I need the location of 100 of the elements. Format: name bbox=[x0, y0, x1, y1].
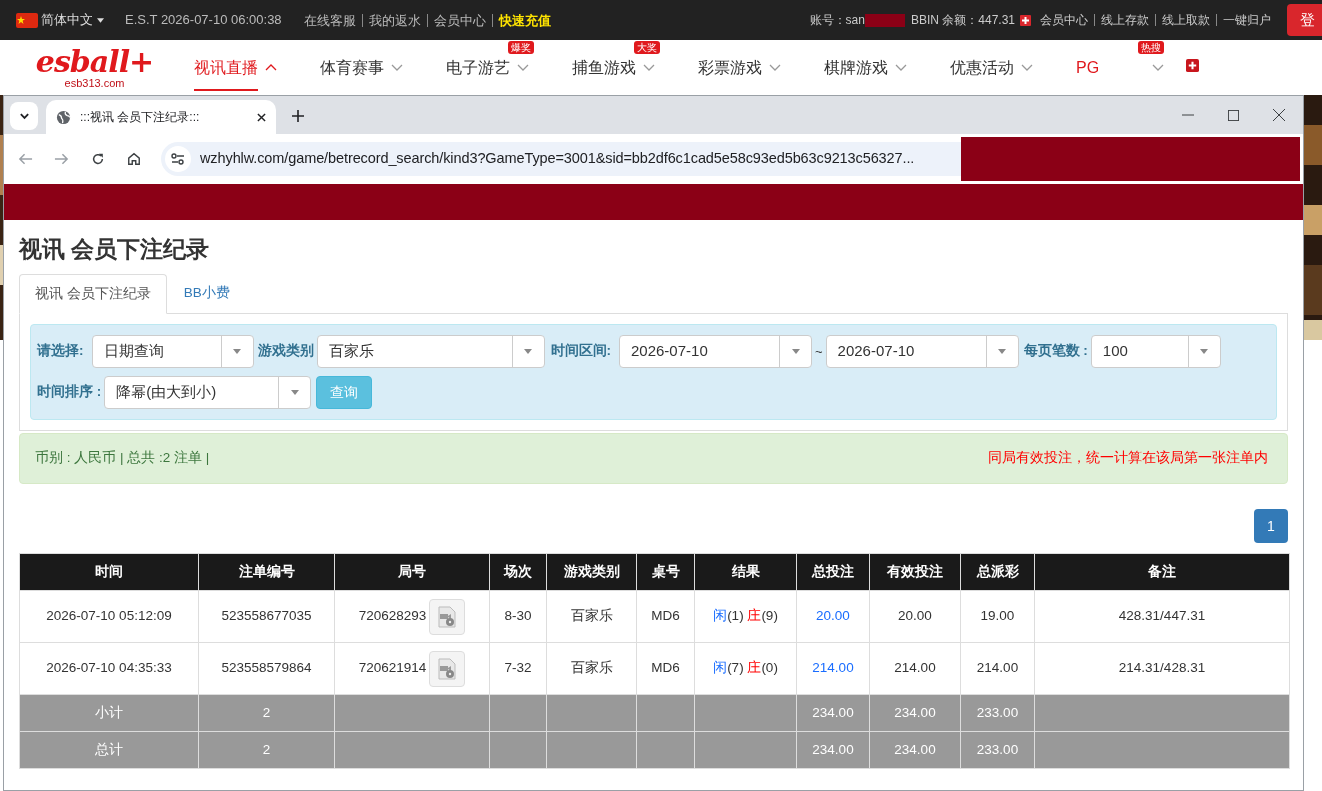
tab-title: :::视讯 会员下注纪录::: bbox=[80, 109, 201, 126]
select-field[interactable]: 2026-07-10 bbox=[619, 335, 812, 368]
nav-link[interactable]: 电子游艺 bbox=[446, 44, 510, 91]
maximize-icon[interactable] bbox=[1228, 110, 1239, 121]
clock-text: E.S.T 2026-07-10 06:00:38 bbox=[125, 11, 282, 30]
bet-amount-link[interactable]: 214.00 bbox=[812, 660, 854, 676]
select-field[interactable]: 100 bbox=[1090, 335, 1221, 368]
balance-text: BBIN 余额：447.31 bbox=[910, 12, 1015, 29]
account-link[interactable]: 会员中心 bbox=[1040, 14, 1094, 26]
table-cell: 234.00 bbox=[796, 694, 870, 732]
top-link[interactable]: 我的返水 bbox=[361, 13, 427, 27]
browser-tab[interactable]: :::视讯 会员下注纪录::: bbox=[46, 100, 276, 134]
field-label: 时间区间: bbox=[550, 342, 611, 361]
column-header: 备注 bbox=[1034, 553, 1290, 591]
field-label: 游戏类别 bbox=[257, 342, 314, 361]
tab[interactable]: BB小费 bbox=[166, 274, 247, 313]
back-icon[interactable] bbox=[18, 152, 33, 166]
table-cell: 百家乐 bbox=[546, 590, 637, 643]
logo-text[interactable]: esball+ bbox=[35, 46, 154, 77]
caret-icon bbox=[97, 17, 104, 23]
video-replay-button[interactable] bbox=[429, 650, 466, 687]
table-cell: 20.00 bbox=[869, 590, 961, 643]
field-label: 每页笔数 : bbox=[1023, 342, 1088, 361]
top-link[interactable]: 快速充值 bbox=[491, 13, 557, 27]
top-link[interactable]: 在线客服 bbox=[303, 13, 362, 27]
page-title: 视讯 会员下注纪录 bbox=[19, 235, 211, 263]
tab-list-button[interactable] bbox=[10, 102, 38, 130]
nav-link[interactable]: 彩票游戏 bbox=[698, 44, 762, 91]
column-header: 注单编号 bbox=[198, 553, 335, 591]
table-cell: 233.00 bbox=[960, 694, 1035, 732]
result-cell: 闲(7) 庄(0) bbox=[694, 642, 797, 695]
close-icon[interactable] bbox=[257, 112, 266, 122]
table-cell: 2026-07-10 05:12:09 bbox=[19, 590, 199, 643]
table-cell: 总计 bbox=[19, 731, 199, 769]
column-header: 有效投注 bbox=[869, 553, 961, 591]
caret-icon bbox=[1200, 349, 1209, 354]
video-replay-button[interactable] bbox=[429, 598, 466, 635]
caret-icon bbox=[524, 349, 532, 354]
column-header: 桌号 bbox=[636, 553, 695, 591]
nav-link[interactable]: 优惠活动 bbox=[950, 44, 1014, 91]
login-button[interactable]: 登 bbox=[1287, 4, 1322, 36]
nav-link[interactable]: 棋牌游戏 bbox=[824, 44, 888, 91]
table-cell: 234.00 bbox=[869, 694, 961, 732]
account-link[interactable]: 一键归户 bbox=[1216, 14, 1277, 26]
address-bar[interactable]: wzhyhlw.com/game/betrecord_search/kind3?GameType=3001&sid=bb2df6c1cad5e58c93ed5b63c9213c56327... bbox=[161, 142, 961, 176]
select-field[interactable]: 百家乐 bbox=[316, 335, 545, 368]
table-cell: 2026-07-10 04:35:33 bbox=[19, 642, 199, 695]
close-icon[interactable] bbox=[1273, 109, 1285, 121]
account-link[interactable]: 线上存款 bbox=[1094, 14, 1155, 26]
add-icon[interactable] bbox=[1186, 59, 1199, 72]
caret-icon bbox=[290, 390, 299, 395]
add-funds-icon[interactable] bbox=[1020, 14, 1031, 26]
nav-link[interactable]: 体育赛事 bbox=[320, 44, 384, 91]
forward-icon[interactable] bbox=[54, 152, 69, 166]
flag-icon[interactable] bbox=[16, 12, 38, 28]
hot-badge: 大奖 bbox=[634, 41, 660, 54]
select-field[interactable]: 日期查询 bbox=[91, 335, 254, 368]
range-separator: ~ bbox=[815, 342, 823, 361]
table-cell-text: 720621914 bbox=[358, 659, 427, 678]
url-text: wzhyhlw.com/game/betrecord_search/kind3?GameType=3001&sid=bb2df6c1cad5e58c93ed5b63c9213c56327... bbox=[200, 149, 915, 169]
table-cell: 19.00 bbox=[960, 590, 1035, 643]
caret-icon bbox=[233, 349, 241, 354]
new-tab-icon[interactable] bbox=[292, 110, 304, 122]
globe-icon bbox=[56, 109, 71, 125]
account-link[interactable]: 线上取款 bbox=[1155, 14, 1216, 26]
table-cell: 523558579864 bbox=[198, 642, 335, 695]
hot-badge: 爆奖 bbox=[508, 41, 534, 54]
table-cell: 2 bbox=[198, 694, 335, 732]
table-cell-text: 720628293 bbox=[358, 607, 427, 626]
logo-domain: esb313.com bbox=[64, 76, 125, 89]
hot-badge: 热搜 bbox=[1138, 41, 1164, 54]
table-cell: MD6 bbox=[636, 590, 695, 643]
table-cell: 小计 bbox=[19, 694, 199, 732]
column-header: 游戏类别 bbox=[546, 553, 637, 591]
table-cell: 214.31/428.31 bbox=[1034, 642, 1290, 695]
select-field[interactable]: 降幂(由大到小) bbox=[104, 376, 312, 409]
nav-link[interactable]: 视讯直播 bbox=[194, 44, 258, 91]
table-cell: 234.00 bbox=[869, 731, 961, 769]
select-field[interactable]: 2026-07-10 bbox=[825, 335, 1019, 368]
result-cell: 闲(1) 庄(9) bbox=[694, 590, 797, 643]
table-cell: 523558677035 bbox=[198, 590, 335, 643]
summary-text: 币别 : 人民币 | 总共 :2 注单 | bbox=[35, 449, 210, 468]
table-cell: 2 bbox=[198, 731, 335, 769]
table-cell: 8-30 bbox=[489, 590, 547, 643]
nav-link[interactable]: 捕鱼游戏 bbox=[572, 44, 636, 91]
table-cell: 428.31/447.31 bbox=[1034, 590, 1290, 643]
notice-text: 同局有效投注，统一计算在该局第一张注单内 bbox=[988, 449, 1268, 468]
table-cell: 214.00 bbox=[869, 642, 961, 695]
caret-icon bbox=[998, 349, 1007, 354]
language-selector[interactable]: 简体中文 bbox=[41, 10, 93, 30]
reload-icon[interactable] bbox=[91, 152, 105, 166]
nav-link[interactable]: PG bbox=[1076, 44, 1100, 91]
home-icon[interactable] bbox=[127, 152, 141, 166]
account-label: 账号：san bbox=[809, 12, 865, 29]
tab[interactable]: 视讯 会员下注纪录 bbox=[19, 274, 167, 314]
table-cell: 7-32 bbox=[489, 642, 547, 695]
page-button[interactable]: 1 bbox=[1254, 509, 1288, 543]
site-settings-icon[interactable] bbox=[165, 146, 191, 172]
bet-amount-link[interactable]: 20.00 bbox=[816, 608, 850, 624]
top-link[interactable]: 会员中心 bbox=[426, 13, 492, 27]
